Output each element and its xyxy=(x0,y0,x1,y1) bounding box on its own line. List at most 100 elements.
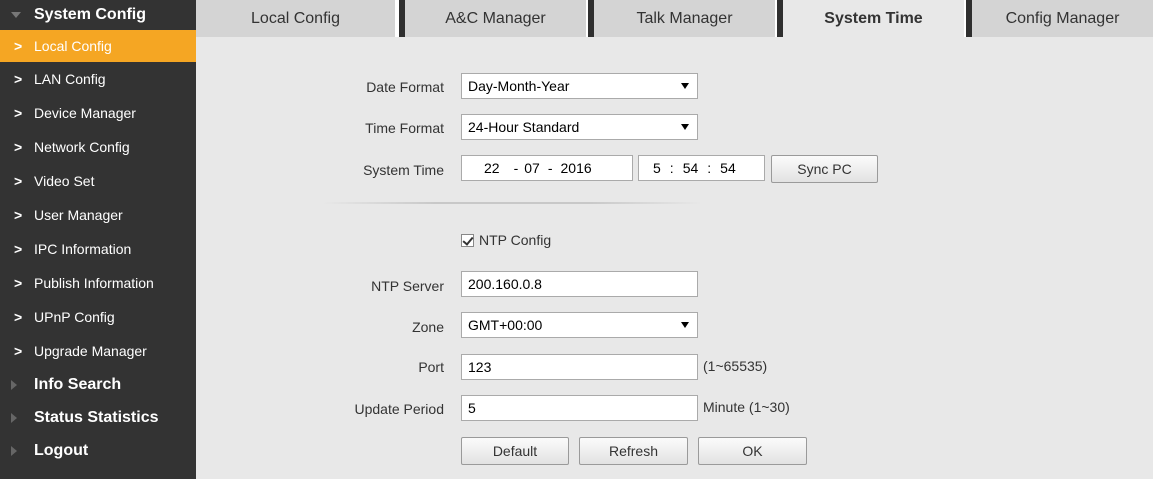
dropdown-arrow-icon xyxy=(681,322,689,328)
sidebar-item-label: Device Manager xyxy=(34,105,136,121)
sidebar-section-system-config[interactable]: System Config xyxy=(0,0,196,30)
zone-value: GMT+00:00 xyxy=(468,317,543,333)
sidebar-item-local-config[interactable]: > Local Config xyxy=(0,30,196,62)
default-button[interactable]: Default xyxy=(461,437,569,465)
sidebar-item-publish-information[interactable]: > Publish Information xyxy=(0,266,196,300)
sidebar-item-user-manager[interactable]: > User Manager xyxy=(0,198,196,232)
ntp-server-input[interactable]: 200.160.0.8 xyxy=(461,271,698,297)
sidebar-item-label: Video Set xyxy=(34,173,95,189)
chevron-right-icon: > xyxy=(14,343,23,359)
date-input[interactable]: 22 - 07 - 2016 xyxy=(461,155,633,181)
time-format-label: Time Format xyxy=(365,120,444,136)
sidebar-section-label: Logout xyxy=(34,441,89,459)
update-period-label: Update Period xyxy=(354,401,444,417)
sidebar-section-label: Status Statistics xyxy=(34,408,159,426)
sidebar-section-info-search[interactable]: Info Search xyxy=(0,368,196,401)
tab-label: Talk Manager xyxy=(636,9,733,27)
tab-label: Config Manager xyxy=(1005,9,1120,27)
ntp-config-checkbox-row[interactable]: NTP Config xyxy=(461,232,551,248)
tab-local-config[interactable]: Local Config xyxy=(196,0,395,37)
sync-pc-button[interactable]: Sync PC xyxy=(771,155,878,183)
tab-label: Local Config xyxy=(251,9,340,27)
port-input[interactable]: 123 xyxy=(461,354,698,380)
triangle-right-icon xyxy=(11,445,17,456)
sidebar-item-ipc-information[interactable]: > IPC Information xyxy=(0,232,196,266)
sidebar-item-label: User Manager xyxy=(34,207,123,223)
date-format-label: Date Format xyxy=(366,79,444,95)
sidebar-item-upgrade-manager[interactable]: > Upgrade Manager xyxy=(0,334,196,368)
sidebar-section-status-statistics[interactable]: Status Statistics xyxy=(0,401,196,434)
time-separator: : xyxy=(669,160,674,176)
port-label: Port xyxy=(418,359,444,375)
tab-label: A&C Manager xyxy=(445,9,546,27)
divider xyxy=(322,202,702,204)
ntp-config-checkbox[interactable] xyxy=(461,233,474,247)
dropdown-arrow-icon xyxy=(681,124,689,130)
date-separator: - xyxy=(513,160,519,176)
date-separator: - xyxy=(547,160,553,176)
tab-separator xyxy=(399,0,405,37)
sidebar-item-label: UPnP Config xyxy=(34,309,115,325)
main-panel: Local Config A&C Manager Talk Manager Sy… xyxy=(196,0,1153,479)
triangle-right-icon xyxy=(11,412,17,423)
triangle-down-icon xyxy=(11,12,21,18)
sidebar-section-logout[interactable]: Logout xyxy=(0,434,196,467)
tab-label: System Time xyxy=(824,9,923,27)
chevron-right-icon: > xyxy=(14,173,23,189)
chevron-right-icon: > xyxy=(14,71,23,87)
sidebar-item-label: Publish Information xyxy=(34,275,154,291)
sidebar-item-label: Network Config xyxy=(34,139,130,155)
sidebar-item-label: IPC Information xyxy=(34,241,132,257)
chevron-right-icon: > xyxy=(14,139,23,155)
sidebar-item-lan-config[interactable]: > LAN Config xyxy=(0,62,196,96)
sidebar: System Config > Local Config > LAN Confi… xyxy=(0,0,196,479)
chevron-right-icon: > xyxy=(14,207,23,223)
sidebar-item-network-config[interactable]: > Network Config xyxy=(0,130,196,164)
sidebar-item-label: Upgrade Manager xyxy=(34,343,147,359)
time-format-value: 24-Hour Standard xyxy=(468,119,580,135)
sidebar-item-label: Local Config xyxy=(34,38,112,54)
zone-label: Zone xyxy=(412,319,444,335)
tab-system-time[interactable]: System Time xyxy=(777,0,964,37)
ok-button[interactable]: OK xyxy=(698,437,807,465)
second-value: 54 xyxy=(720,160,736,176)
update-period-hint: Minute (1~30) xyxy=(703,399,790,415)
system-time-form: Date Format Day-Month-Year Time Format 2… xyxy=(196,37,1153,479)
chevron-right-icon: > xyxy=(14,105,23,121)
tab-ac-manager[interactable]: A&C Manager xyxy=(399,0,586,37)
tab-talk-manager[interactable]: Talk Manager xyxy=(588,0,775,37)
date-format-value: Day-Month-Year xyxy=(468,78,570,94)
dropdown-arrow-icon xyxy=(681,83,689,89)
minute-value: 54 xyxy=(682,160,699,176)
zone-select[interactable]: GMT+00:00 xyxy=(461,312,698,338)
tab-bar: Local Config A&C Manager Talk Manager Sy… xyxy=(196,0,1153,37)
update-period-input[interactable]: 5 xyxy=(461,395,698,421)
chevron-right-icon: > xyxy=(14,241,23,257)
chevron-right-icon: > xyxy=(14,309,23,325)
chevron-right-icon: > xyxy=(14,275,23,291)
sidebar-section-label: Info Search xyxy=(34,375,122,393)
chevron-right-icon: > xyxy=(14,38,23,54)
tab-separator xyxy=(588,0,594,37)
time-separator: : xyxy=(707,160,712,176)
ntp-server-label: NTP Server xyxy=(371,278,444,294)
time-format-select[interactable]: 24-Hour Standard xyxy=(461,114,698,140)
date-format-select[interactable]: Day-Month-Year xyxy=(461,73,698,99)
refresh-button[interactable]: Refresh xyxy=(579,437,688,465)
port-hint: (1~65535) xyxy=(703,358,768,374)
system-time-label: System Time xyxy=(363,162,444,178)
sidebar-item-device-manager[interactable]: > Device Manager xyxy=(0,96,196,130)
tab-separator xyxy=(966,0,972,37)
sidebar-item-label: LAN Config xyxy=(34,71,106,87)
hour-value: 5 xyxy=(653,160,661,176)
sidebar-item-upnp-config[interactable]: > UPnP Config xyxy=(0,300,196,334)
day-value: 22 xyxy=(484,160,500,176)
tab-config-manager[interactable]: Config Manager xyxy=(966,0,1153,37)
sidebar-section-label: System Config xyxy=(34,6,147,23)
ntp-config-label: NTP Config xyxy=(479,232,552,248)
time-input[interactable]: 5 : 54 : 54 xyxy=(638,155,765,181)
sidebar-item-video-set[interactable]: > Video Set xyxy=(0,164,196,198)
year-value: 2016 xyxy=(560,160,592,176)
month-value: 07 xyxy=(524,160,540,176)
tab-separator xyxy=(777,0,783,37)
